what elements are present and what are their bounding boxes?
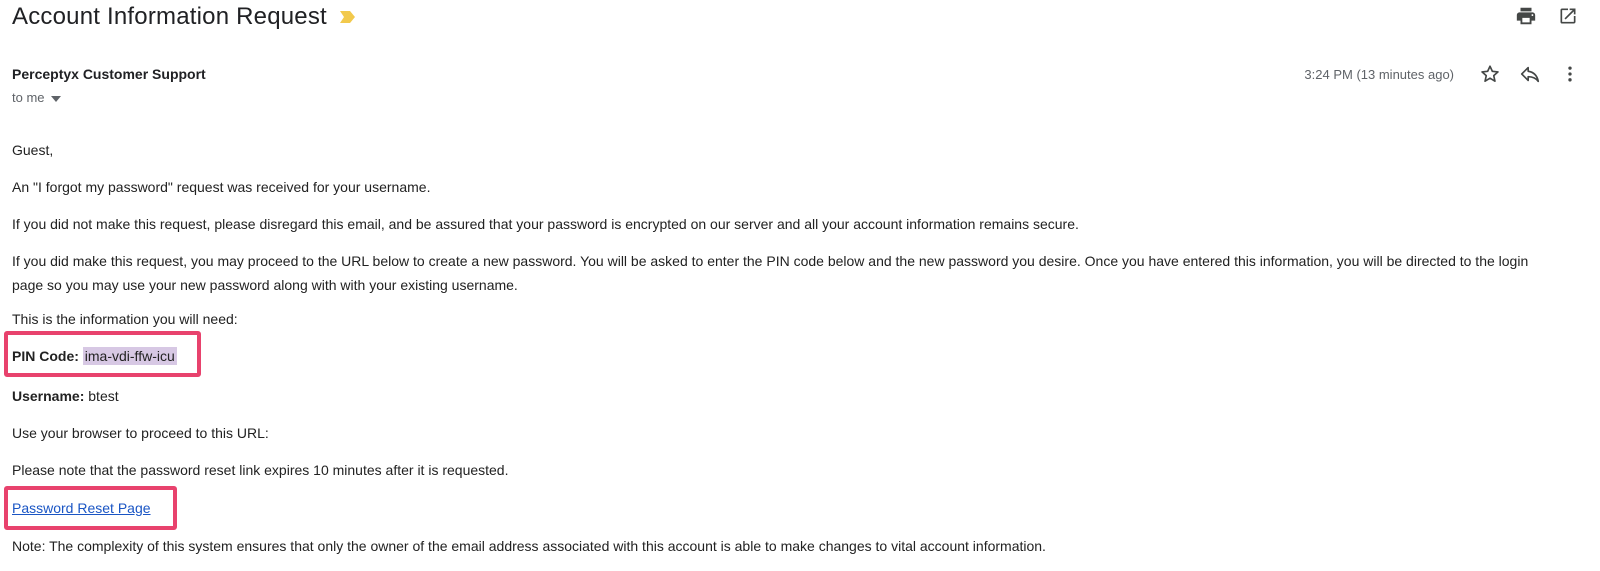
reset-link-line: Password Reset Page <box>12 496 151 520</box>
sender-name[interactable]: Perceptyx Customer Support <box>12 66 206 82</box>
disregard-notice: If you did not make this request, please… <box>12 216 1079 232</box>
email-subject-row: Account Information Request <box>12 0 357 34</box>
timestamp: 3:24 PM (13 minutes ago) <box>1304 66 1454 82</box>
chevron-down-icon[interactable] <box>50 90 61 105</box>
greeting: Guest, <box>12 142 54 158</box>
password-reset-link[interactable]: Password Reset Page <box>12 500 151 516</box>
thread-actions <box>1514 4 1580 28</box>
request-received-text: An "I forgot my password" request was re… <box>12 179 431 195</box>
sender-block: Perceptyx Customer Support to me <box>12 66 206 105</box>
pin-code-line: PIN Code: ima-vdi-ffw-icu <box>12 344 177 368</box>
importance-marker-icon[interactable] <box>339 10 357 24</box>
complexity-note: Note: The complexity of this system ensu… <box>12 538 1046 554</box>
more-vert-icon[interactable] <box>1558 62 1582 86</box>
recipient-row[interactable]: to me <box>12 90 206 105</box>
open-in-new-window-icon[interactable] <box>1556 4 1580 28</box>
email-subject: Account Information Request <box>12 3 327 30</box>
username-value: btest <box>88 388 119 404</box>
message-meta: 3:24 PM (13 minutes ago) <box>1304 62 1582 86</box>
username-line: Username: btest <box>12 384 119 408</box>
expiry-note: Please note that the password reset link… <box>12 462 509 478</box>
reply-icon[interactable] <box>1518 62 1542 86</box>
print-icon[interactable] <box>1514 4 1538 28</box>
pin-code-label: PIN Code: <box>12 348 79 364</box>
pin-code-value[interactable]: ima-vdi-ffw-icu <box>82 347 177 365</box>
star-icon[interactable] <box>1478 62 1502 86</box>
url-instruction: Use your browser to proceed to this URL: <box>12 425 269 441</box>
proceed-instructions: If you did make this request, you may pr… <box>12 253 1529 293</box>
username-label: Username: <box>12 388 85 404</box>
info-intro: This is the information you will need: <box>12 311 238 327</box>
recipient-label: to me <box>12 90 45 105</box>
